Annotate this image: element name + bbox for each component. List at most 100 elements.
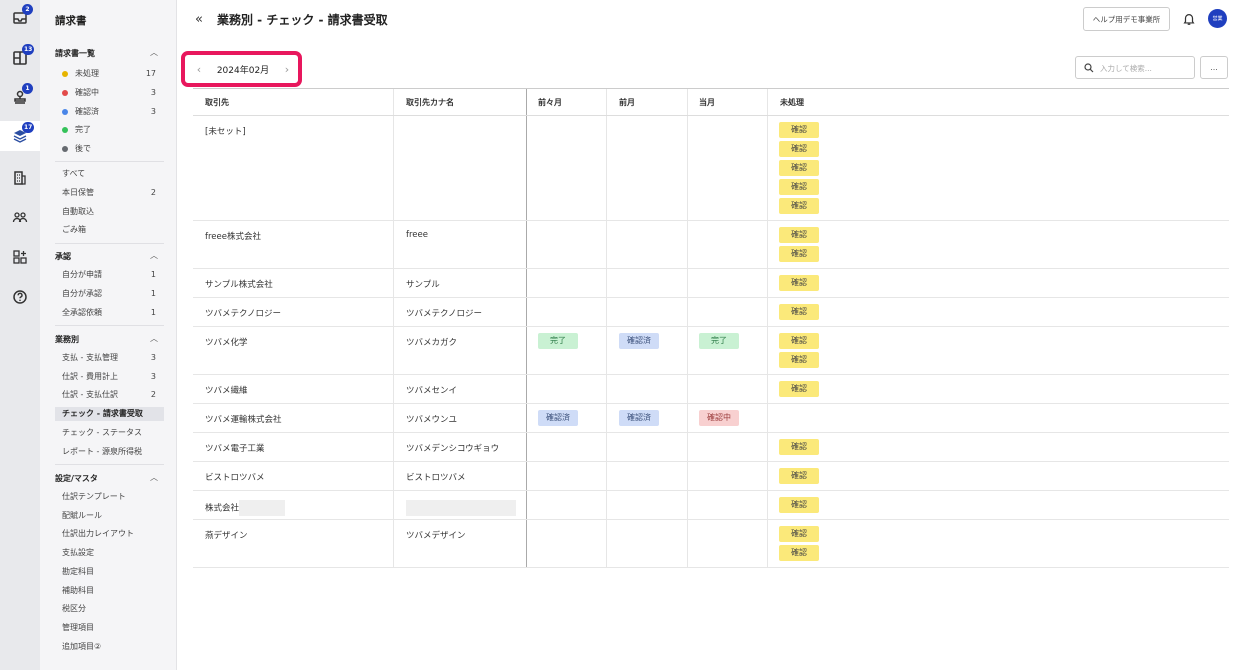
vendor-name[interactable]: ツバメ化学 — [205, 336, 248, 374]
column-header-this-month[interactable]: 当月 — [699, 89, 715, 116]
status-badge[interactable]: 完了 — [699, 333, 739, 349]
rail-building[interactable] — [0, 163, 40, 193]
rail-inbox[interactable]: 2 — [0, 3, 40, 33]
sidebar-item-sub-account[interactable]: 補助科目 — [62, 584, 156, 598]
next-month-icon[interactable]: › — [278, 63, 296, 76]
vendor-name[interactable]: [未セット] — [205, 125, 246, 220]
vendor-name[interactable]: 株式会社 — [205, 500, 286, 519]
confirm-badge[interactable]: 確認 — [779, 333, 819, 349]
vendor-name[interactable]: 燕デザイン — [205, 529, 248, 567]
sidebar-item-unprocessed[interactable]: 未処理 17 — [62, 67, 156, 81]
sidebar-item-confirmed[interactable]: 確認済 3 — [62, 105, 156, 119]
chevron-up-icon[interactable]: ︿ — [150, 472, 158, 483]
vendor-name[interactable]: ツバメテクノロジー — [205, 307, 281, 326]
column-header-pending[interactable]: 未処理 — [780, 89, 804, 116]
rail-apps[interactable] — [0, 242, 40, 272]
sidebar-item-payment-journal[interactable]: 仕訳 - 支払仕訳 2 — [62, 388, 156, 402]
more-options-button[interactable]: ... — [1200, 56, 1228, 79]
sidebar-item-check-invoice[interactable]: チェック - 請求書受取 — [55, 407, 164, 421]
sidebar-item-auto-import[interactable]: 自動取込 — [62, 205, 156, 219]
confirm-badge[interactable]: 確認 — [779, 160, 819, 176]
sidebar-item-allocation-rule[interactable]: 配賦ルール — [62, 509, 156, 523]
confirm-badge[interactable]: 確認 — [779, 179, 819, 195]
confirm-badge[interactable]: 確認 — [779, 439, 819, 455]
table-row[interactable]: ツバメ化学 ツバメカガク 完了 確認済 完了 確認 確認 — [193, 327, 1229, 375]
status-badge[interactable]: 確認済 — [538, 410, 578, 426]
table-row[interactable]: ビストロツバメ ビストロツバメ 確認 — [193, 462, 1229, 491]
vendor-name[interactable]: ツバメ運輸株式会社 — [205, 413, 282, 432]
confirm-badge[interactable]: 確認 — [779, 526, 819, 542]
double-chevron-left-icon[interactable]: « — [195, 12, 203, 27]
vendor-name[interactable]: サンプル株式会社 — [205, 278, 273, 297]
confirm-badge[interactable]: 確認 — [779, 141, 819, 157]
confirm-badge[interactable]: 確認 — [779, 246, 819, 262]
help-company-button[interactable]: ヘルプ用デモ事業所 — [1083, 7, 1170, 31]
vendor-name[interactable]: ツバメ電子工業 — [205, 442, 265, 461]
confirm-badge[interactable]: 確認 — [779, 468, 819, 484]
table-row[interactable]: [未セット] 確認 確認 確認 確認 確認 — [193, 116, 1229, 221]
confirm-badge[interactable]: 確認 — [779, 497, 819, 513]
sidebar-item-my-approval[interactable]: 自分が承認 1 — [62, 287, 156, 301]
sidebar-item-all[interactable]: すべて — [62, 167, 156, 181]
sidebar-item-journal-template[interactable]: 仕訳テンプレート — [62, 490, 156, 504]
section-approval[interactable]: 承認 — [55, 251, 71, 262]
sidebar-item-trash[interactable]: ごみ箱 — [62, 223, 156, 237]
month-label[interactable]: 2024年02月 — [208, 63, 278, 76]
section-by-work[interactable]: 業務別 — [55, 334, 79, 345]
sidebar-item-expense[interactable]: 仕訳 - 費用計上 3 — [62, 370, 156, 384]
rail-help[interactable] — [0, 282, 40, 312]
confirm-badge[interactable]: 確認 — [779, 122, 819, 138]
status-badge[interactable]: 確認中 — [699, 410, 739, 426]
chevron-up-icon[interactable]: ︿ — [150, 47, 158, 58]
sidebar-item-later[interactable]: 後で — [62, 142, 156, 156]
confirm-badge[interactable]: 確認 — [779, 381, 819, 397]
sidebar-item-checking[interactable]: 確認中 3 — [62, 86, 156, 100]
sidebar-item-report-tax[interactable]: レポート - 源泉所得税 — [62, 445, 156, 459]
column-header-last-month[interactable]: 前月 — [619, 89, 635, 116]
table-row[interactable]: ツバメ繊維 ツバメセンイ 確認 — [193, 375, 1229, 404]
vendor-name[interactable]: freee株式会社 — [205, 230, 261, 268]
vendor-name[interactable]: ツバメ繊維 — [205, 384, 248, 403]
table-row[interactable]: freee株式会社 freee 確認 確認 — [193, 221, 1229, 269]
confirm-badge[interactable]: 確認 — [779, 545, 819, 561]
sidebar-item-account[interactable]: 勘定科目 — [62, 565, 156, 579]
search-input[interactable] — [1100, 60, 1190, 76]
chevron-up-icon[interactable]: ︿ — [150, 250, 158, 261]
confirm-badge[interactable]: 確認 — [779, 352, 819, 368]
rail-stamp[interactable]: 1 — [0, 82, 40, 112]
vendor-name[interactable]: ビストロツバメ — [205, 471, 265, 490]
avatar[interactable]: 営業 — [1208, 9, 1227, 28]
confirm-badge[interactable]: 確認 — [779, 304, 819, 320]
sidebar-item-check-status[interactable]: チェック - ステータス — [62, 426, 156, 440]
sidebar-item-output-layout[interactable]: 仕訳出力レイアウト — [62, 527, 156, 541]
sidebar-item-tax-category[interactable]: 税区分 — [62, 602, 156, 616]
confirm-badge[interactable]: 確認 — [779, 227, 819, 243]
sidebar-item-all-approval[interactable]: 全承認依頼 1 — [62, 306, 156, 320]
rail-team[interactable] — [0, 202, 40, 232]
table-row[interactable]: ツバメ電子工業 ツバメデンシコウギョウ 確認 — [193, 433, 1229, 462]
sidebar-item-management[interactable]: 管理項目 — [62, 621, 156, 635]
prev-month-icon[interactable]: ‹ — [190, 63, 208, 76]
section-settings[interactable]: 設定/マスタ — [55, 473, 98, 484]
column-header-kana[interactable]: 取引先カナ名 — [406, 89, 454, 116]
column-header-vendor[interactable]: 取引先 — [205, 89, 229, 116]
confirm-badge[interactable]: 確認 — [779, 198, 819, 214]
status-badge[interactable]: 確認済 — [619, 410, 659, 426]
table-row[interactable]: 燕デザイン ツバメデザイン 確認 確認 — [193, 520, 1229, 568]
status-badge[interactable]: 完了 — [538, 333, 578, 349]
confirm-badge[interactable]: 確認 — [779, 275, 819, 291]
section-invoice-list[interactable]: 請求書一覧 — [55, 48, 95, 59]
rail-layers[interactable]: 17 — [0, 121, 40, 151]
column-header-two-months-ago[interactable]: 前々月 — [538, 89, 562, 116]
table-row[interactable]: サンプル株式会社 サンプル 確認 — [193, 269, 1229, 298]
sidebar-item-additional[interactable]: 追加項目② — [62, 640, 156, 654]
status-badge[interactable]: 確認済 — [619, 333, 659, 349]
sidebar-item-payment-manage[interactable]: 支払 - 支払管理 3 — [62, 351, 156, 365]
bell-icon[interactable] — [1182, 12, 1196, 26]
table-row[interactable]: 株式会社 確認 — [193, 491, 1229, 520]
sidebar-item-done[interactable]: 完了 — [62, 123, 156, 137]
sidebar-item-today[interactable]: 本日保管 2 — [62, 186, 156, 200]
rail-book[interactable]: 13 — [0, 43, 40, 73]
sidebar-item-my-request[interactable]: 自分が申請 1 — [62, 268, 156, 282]
table-row[interactable]: ツバメテクノロジー ツバメテクノロジー 確認 — [193, 298, 1229, 327]
